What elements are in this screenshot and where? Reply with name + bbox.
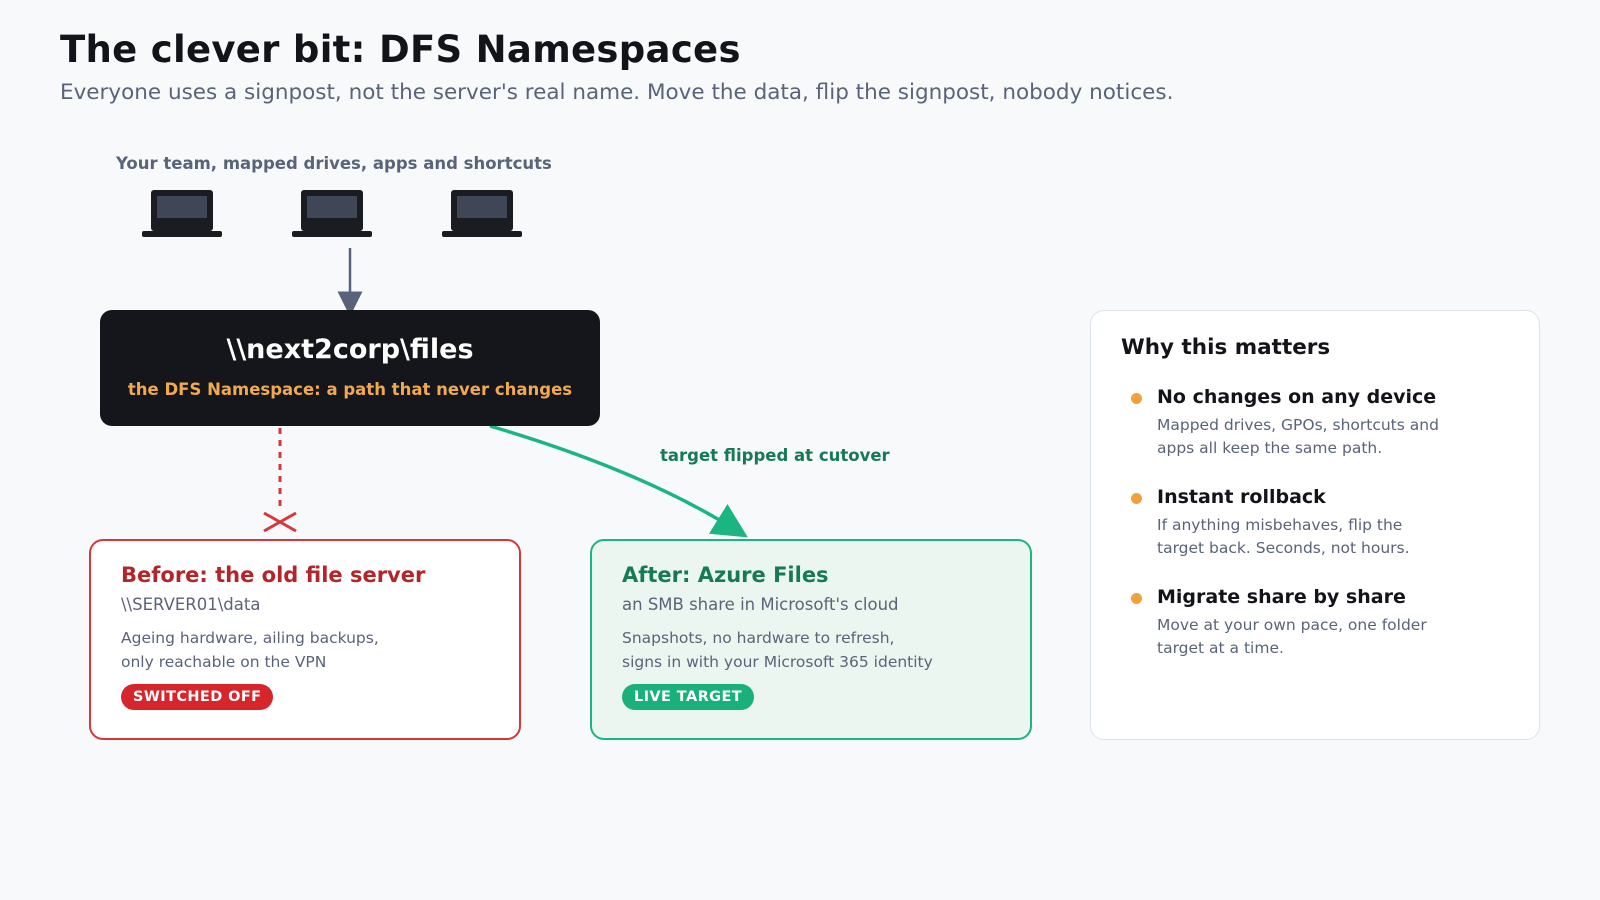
- why-item-heading: No changes on any device: [1157, 386, 1437, 408]
- bullet-dot-icon: [1131, 493, 1142, 504]
- azure-files-description: Snapshots, no hardware to refresh, signs…: [622, 629, 933, 671]
- why-item-heading: Migrate share by share: [1157, 586, 1406, 608]
- old-server-path: \\SERVER01\data: [121, 595, 261, 614]
- why-item: No changes on any device Mapped drives, …: [1121, 386, 1509, 460]
- why-item-heading: Instant rollback: [1157, 486, 1326, 508]
- bullet-dot-icon: [1131, 393, 1142, 404]
- why-item-text: Move at your own pace, one folder target…: [1157, 616, 1427, 657]
- live-target-badge: LIVE TARGET: [622, 684, 755, 710]
- old-server-title: Before: the old file server: [121, 563, 426, 587]
- cutover-label: target flipped at cutover: [660, 446, 890, 465]
- azure-files-path: an SMB share in Microsoft's cloud: [622, 595, 899, 614]
- why-item-text: Mapped drives, GPOs, shortcuts and apps …: [1157, 416, 1439, 457]
- namespace-caption: the DFS Namespace: a path that never cha…: [127, 380, 573, 399]
- namespace-path: \\next2corp\files: [226, 334, 474, 365]
- why-this-matters-panel: Why this matters No changes on any devic…: [1090, 310, 1540, 740]
- disconnected-x-icon: [263, 511, 297, 533]
- switched-off-badge: SWITCHED OFF: [121, 684, 274, 710]
- why-item: Migrate share by share Move at your own …: [1121, 586, 1509, 660]
- why-item: Instant rollback If anything misbehaves,…: [1121, 486, 1509, 560]
- cutover-flip-arrow: [489, 424, 748, 538]
- bullet-dot-icon: [1131, 593, 1142, 604]
- azure-files-card: After: Azure Files an SMB share in Micro…: [590, 539, 1032, 740]
- old-file-server-card: Before: the old file server \\SERVER01\d…: [89, 539, 521, 740]
- why-item-text: If anything misbehaves, flip the target …: [1157, 516, 1410, 557]
- why-title: Why this matters: [1121, 335, 1331, 360]
- old-server-description: Ageing hardware, ailing backups, only re…: [121, 629, 379, 671]
- azure-files-title: After: Azure Files: [622, 563, 829, 587]
- dfs-namespace-box: \\next2corp\files the DFS Namespace: a p…: [100, 310, 600, 426]
